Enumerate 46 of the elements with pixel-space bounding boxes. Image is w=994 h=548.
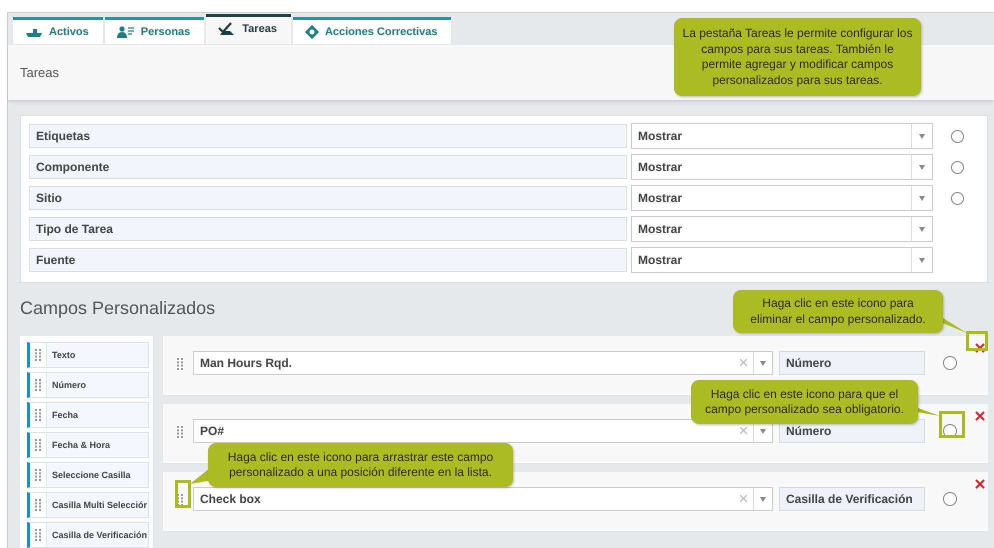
drag-handle-icon[interactable] xyxy=(175,356,185,372)
callout-tooltip: Haga clic en este icono para eliminar el campo personalizado. xyxy=(733,290,943,333)
drag-handle-icon[interactable] xyxy=(175,492,185,508)
field-name-input[interactable]: PO# xyxy=(193,419,773,443)
boat-icon xyxy=(25,26,43,38)
highlight-frame xyxy=(175,480,191,508)
visibility-dropdown[interactable]: Mostrar xyxy=(631,247,933,273)
visibility-dropdown[interactable]: Mostrar xyxy=(631,185,933,211)
drag-handle-icon[interactable] xyxy=(175,424,185,440)
page-title: Tareas xyxy=(20,65,60,80)
field-label: Componente xyxy=(29,155,627,179)
required-radio[interactable] xyxy=(950,192,964,204)
visibility-dropdown[interactable]: Mostrar xyxy=(631,216,933,242)
field-name-input[interactable]: Man Hours Rqd. xyxy=(193,351,773,375)
required-radio[interactable] xyxy=(943,356,957,370)
field-label: Fuente xyxy=(29,248,627,272)
section-title: Campos Personalizados xyxy=(20,298,216,318)
required-radio[interactable] xyxy=(943,492,957,506)
field-type-item[interactable]: Casilla Multi Selecciór xyxy=(27,492,149,518)
diamond-icon xyxy=(304,25,319,39)
required-radio[interactable] xyxy=(950,130,964,142)
field-label: Tipo de Tarea xyxy=(29,217,627,241)
tab[interactable]: Personas xyxy=(104,17,204,44)
highlight-frame xyxy=(966,331,988,351)
field-type-label: Casilla de Verificación xyxy=(779,487,925,511)
field-type-item[interactable]: Seleccione Casilla xyxy=(27,462,149,488)
callout-tooltip: Haga clic en este icono para arrastrar este campo personalizado a una posición diferente en la lista. xyxy=(208,443,513,487)
visibility-dropdown[interactable]: Mostrar xyxy=(631,123,933,149)
callout-tooltip: La pestaña Tareas le permite configurar los campos para sus tareas. También le permite agregar y modificar campos personalizados para sus tareas. xyxy=(674,18,921,96)
field-type-item[interactable]: Número xyxy=(27,372,149,398)
tab[interactable]: Acciones Correctivas xyxy=(292,17,452,44)
tab[interactable]: Tareas xyxy=(206,14,291,44)
field-label: Sitio xyxy=(29,186,627,210)
callout-tooltip: Haga clic en este icono para que el campo personalizado sea obligatorio. xyxy=(691,380,918,424)
field-name-input[interactable]: Check box xyxy=(193,487,773,511)
visibility-dropdown[interactable]: Mostrar xyxy=(631,154,933,180)
field-type-item[interactable]: Texto xyxy=(27,342,149,368)
people-icon xyxy=(116,26,135,38)
required-radio[interactable] xyxy=(950,160,964,174)
field-type-item[interactable]: Casilla de Verificación xyxy=(27,522,149,548)
tab[interactable]: Activos xyxy=(13,17,103,44)
field-label: Etiquetas xyxy=(29,124,627,148)
field-type-item[interactable]: Fecha & Hora xyxy=(27,432,149,458)
highlight-frame xyxy=(939,411,965,438)
field-type-item[interactable]: Fecha xyxy=(27,402,149,428)
field-type-label: Número xyxy=(779,351,925,375)
